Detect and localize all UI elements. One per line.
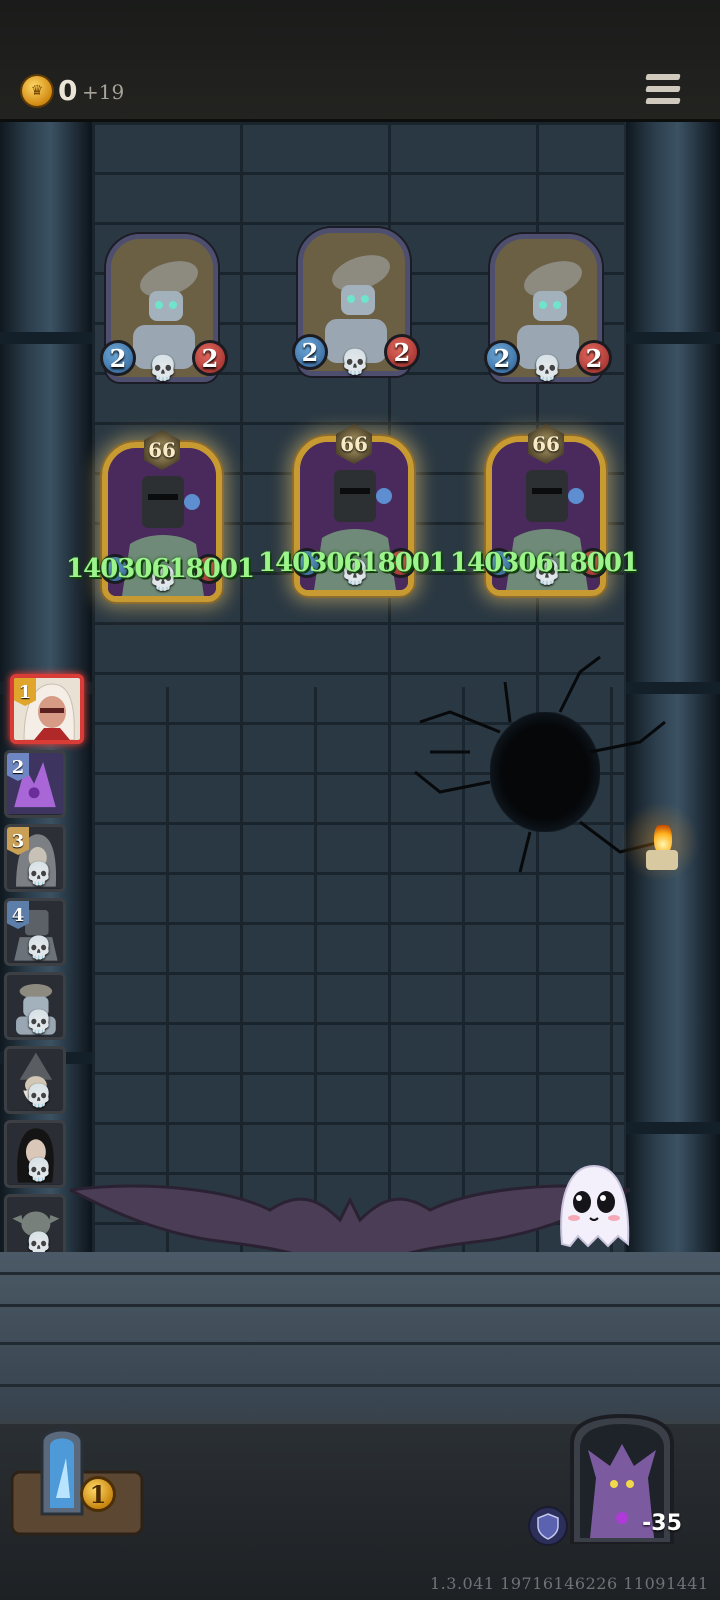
skull-icon: 💀 — [25, 936, 53, 961]
torch-icon — [620, 802, 700, 882]
turn-queue: 1 2 3 💀 4 💀 💀 💀 💀 💀 — [0, 672, 84, 1274]
deck-count: 1 — [80, 1476, 116, 1512]
queue-item-3[interactable]: 3 💀 — [4, 824, 66, 892]
skull-icon: 💀 — [25, 1010, 53, 1035]
damage-number: 14030618001 — [258, 548, 447, 578]
skull-icon: 💀 — [532, 354, 562, 382]
queue-number: 3 — [7, 827, 29, 855]
health-badge: 2 — [192, 340, 228, 376]
bat-emblem-icon — [70, 1184, 630, 1252]
skull-icon: 💀 — [340, 348, 370, 376]
attack-badge: 2 — [292, 334, 328, 370]
damage-number: 14030618001 — [66, 554, 255, 584]
queue-number: 2 — [7, 753, 29, 781]
health-badge: 2 — [384, 334, 420, 370]
health-badge: 2 — [576, 340, 612, 376]
queue-item-4[interactable]: 4 💀 — [4, 898, 66, 966]
skull-icon: 💀 — [25, 1158, 53, 1183]
queue-item-6[interactable]: 💀 — [4, 1046, 66, 1114]
attack-badge: 2 — [484, 340, 520, 376]
version-label: 1.3.041 19716146226 11091441 — [430, 1574, 709, 1593]
wall-crack — [414, 655, 666, 873]
skull-icon: 💀 — [148, 354, 178, 382]
deck-button[interactable] — [8, 1418, 146, 1538]
queue-item-5[interactable]: 💀 — [4, 972, 66, 1040]
queue-item-1[interactable]: 1 — [10, 674, 84, 744]
top-bar: ♛ 0 +19 — [0, 0, 720, 122]
damage-number: 14030618001 — [450, 548, 639, 578]
gold-delta: +19 — [82, 80, 125, 104]
hero-health: -35 — [636, 1500, 688, 1546]
shield-icon[interactable] — [528, 1506, 568, 1546]
ghost-icon[interactable] — [548, 1160, 640, 1252]
spell-book-icon — [10, 1428, 144, 1536]
gold-coin-icon: ♛ — [22, 76, 52, 106]
queue-number: 4 — [7, 901, 29, 929]
queue-item-2[interactable]: 2 — [4, 750, 66, 818]
gold-count: 0 — [58, 74, 78, 107]
queue-item-7[interactable]: 💀 — [4, 1120, 66, 1188]
skull-icon: 💀 — [25, 1084, 53, 1109]
skull-icon: 💀 — [25, 862, 53, 887]
menu-button[interactable] — [645, 74, 682, 106]
attack-badge: 2 — [100, 340, 136, 376]
queue-number: 1 — [14, 678, 36, 706]
